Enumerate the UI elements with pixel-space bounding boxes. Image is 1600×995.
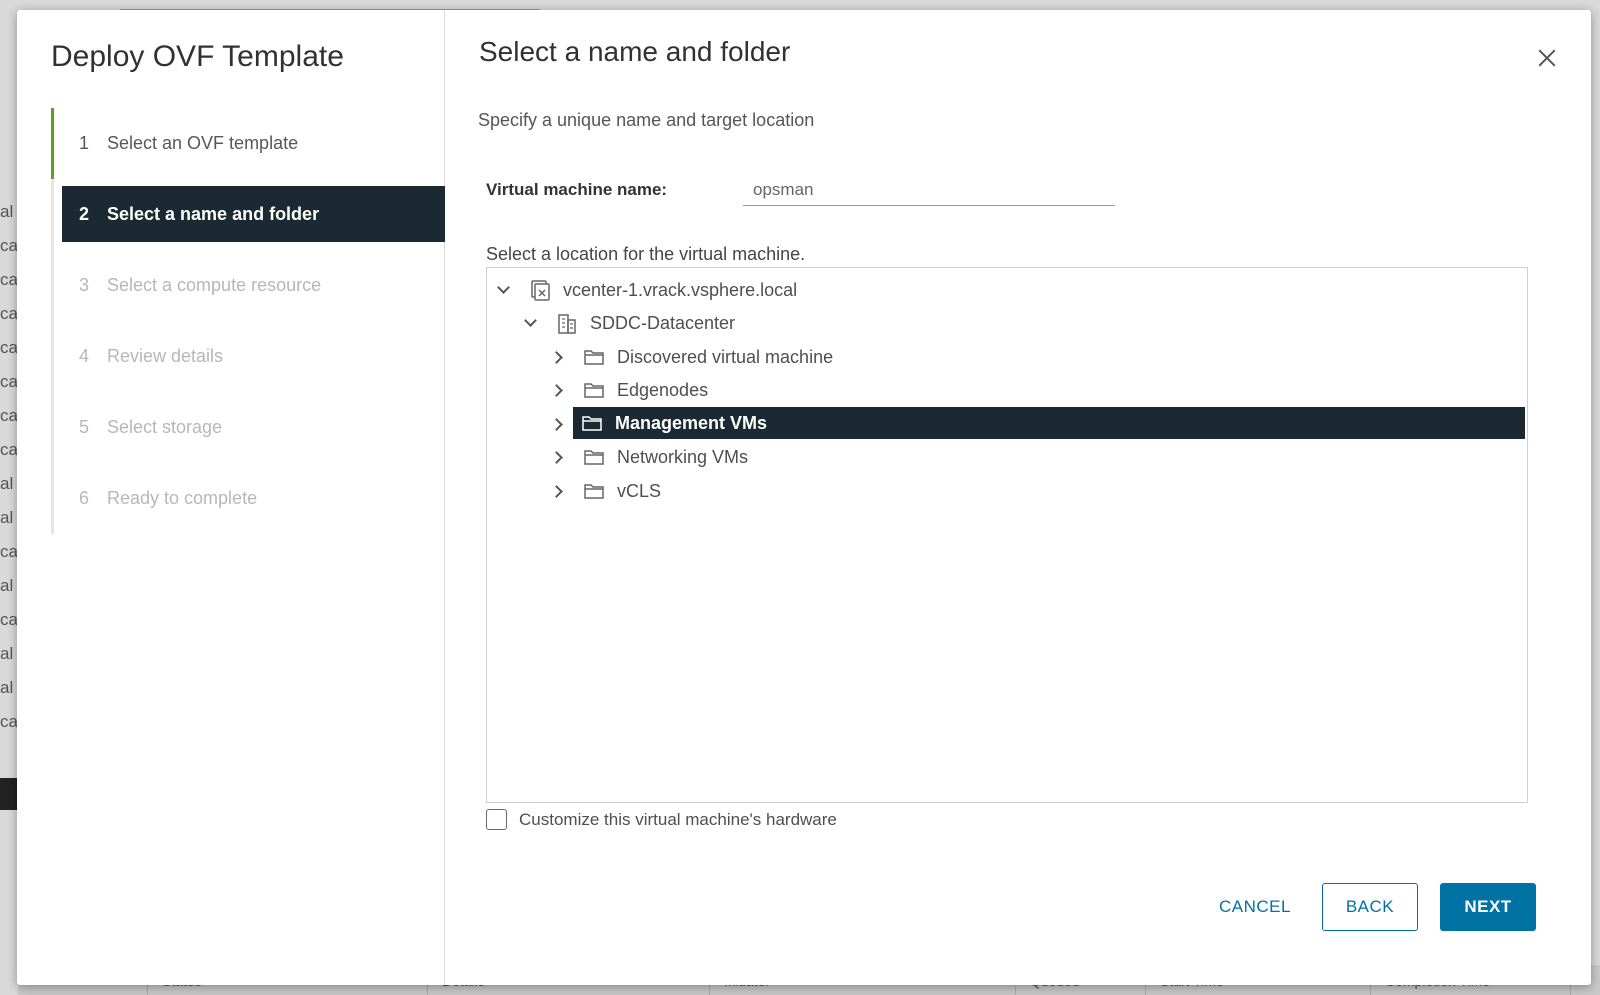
step-label: Review details xyxy=(107,346,224,366)
background-row-text: cal xyxy=(0,542,18,561)
tree-node-expander[interactable] xyxy=(551,408,575,440)
tree-node-label: Networking VMs xyxy=(617,446,749,467)
step-number: 4 xyxy=(79,346,90,366)
tree-node-label: Edgenodes xyxy=(617,379,709,400)
background-row-text: al xyxy=(0,644,14,663)
step-number: 5 xyxy=(79,417,90,437)
vcenter-icon xyxy=(529,280,551,301)
location-label: Select a location for the virtual machin… xyxy=(486,244,806,264)
tree-node-datacenter[interactable]: SDDC-Datacenter xyxy=(524,307,1525,339)
background-row-text: al xyxy=(0,474,14,493)
location-tree: vcenter-1.vrack.vsphere.local SDDC-Datac… xyxy=(486,267,1528,803)
page-title: Select a name and folder xyxy=(479,36,791,67)
chevron-right-icon[interactable] xyxy=(551,350,565,364)
tree-node-label: Discovered virtual machine xyxy=(617,346,834,367)
vm-name-input[interactable] xyxy=(743,174,1115,206)
close-icon[interactable] xyxy=(1535,46,1559,70)
step-select-storage: 5 Select storage xyxy=(54,392,445,463)
step-label: Select a name and folder xyxy=(107,203,320,224)
deploy-ovf-dialog: Deploy OVF Template 1 Select an OVF temp… xyxy=(17,10,1591,985)
step-label: Select a compute resource xyxy=(107,275,322,295)
chevron-down-icon[interactable] xyxy=(497,283,511,297)
tree-node-folder[interactable]: Networking VMs xyxy=(551,441,1525,473)
background-row-text: al xyxy=(0,508,14,527)
chevron-right-icon[interactable] xyxy=(551,450,565,464)
background-row-text: ca xyxy=(0,406,18,425)
background-row-text: al xyxy=(0,202,14,221)
cancel-button[interactable]: CANCEL xyxy=(1211,883,1299,931)
background-row-text: ca xyxy=(0,338,18,357)
background-selected-row xyxy=(0,778,18,810)
folder-icon xyxy=(583,447,605,467)
customize-hardware-option[interactable]: Customize this virtual machine's hardwar… xyxy=(486,809,837,830)
background-row-text: cal xyxy=(0,270,18,289)
step-label: Select an OVF template xyxy=(107,133,299,153)
customize-hardware-checkbox[interactable] xyxy=(486,809,507,830)
step-label: Select storage xyxy=(107,417,223,437)
step-label: Ready to complete xyxy=(107,488,258,508)
folder-icon xyxy=(583,380,605,400)
background-left-column: al ca cal ca ca ca ca ca al al cal al ca… xyxy=(0,195,18,739)
step-review-details: 4 Review details xyxy=(54,321,445,392)
step-number: 1 xyxy=(79,133,90,153)
back-button[interactable]: BACK xyxy=(1322,883,1418,931)
step-number: 3 xyxy=(79,275,90,295)
tree-node-folder[interactable]: Edgenodes xyxy=(551,374,1525,406)
next-button[interactable]: NEXT xyxy=(1440,883,1536,931)
step-number: 2 xyxy=(79,203,90,224)
vm-name-label: Virtual machine name: xyxy=(486,180,668,199)
background-row-text: al xyxy=(0,576,14,595)
tree-node-label: SDDC-Datacenter xyxy=(590,312,736,333)
chevron-right-icon[interactable] xyxy=(551,484,565,498)
folder-icon xyxy=(583,481,605,501)
step-select-name-and-folder[interactable]: 2 Select a name and folder xyxy=(62,186,445,242)
background-row-text: al xyxy=(0,678,14,697)
chevron-right-icon[interactable] xyxy=(551,383,565,397)
step-select-ovf-template[interactable]: 1 Select an OVF template xyxy=(51,108,445,179)
customize-hardware-label: Customize this virtual machine's hardwar… xyxy=(519,809,837,829)
background-toolbar xyxy=(120,0,540,10)
tree-node-folder-selected[interactable]: Management VMs xyxy=(573,407,1525,439)
wizard-title: Deploy OVF Template xyxy=(51,40,344,73)
background-row-text: ca xyxy=(0,236,18,255)
tree-node-folder[interactable]: Discovered virtual machine xyxy=(551,341,1525,373)
wizard-steps: 1 Select an OVF template 2 Select a name… xyxy=(51,108,445,534)
wizard-nav: Deploy OVF Template 1 Select an OVF temp… xyxy=(17,10,445,985)
tree-node-folder[interactable]: vCLS xyxy=(551,475,1525,507)
background-row-text: ca xyxy=(0,304,18,323)
background-row-text: ca xyxy=(0,440,18,459)
background-row-text: ca xyxy=(0,372,18,391)
background-row-text: cal xyxy=(0,610,18,629)
datacenter-icon xyxy=(556,313,578,334)
chevron-right-icon[interactable] xyxy=(551,417,557,431)
tree-node-label: vcenter-1.vrack.vsphere.local xyxy=(563,279,798,300)
wizard-content: Select a name and folder Specify a uniqu… xyxy=(445,10,1591,985)
folder-icon xyxy=(583,347,605,367)
step-ready-to-complete: 6 Ready to complete xyxy=(54,463,445,534)
tree-node-label: vCLS xyxy=(617,480,662,501)
tree-node-label: Management VMs xyxy=(615,412,768,433)
page-subtitle: Specify a unique name and target locatio… xyxy=(478,110,815,130)
step-number: 6 xyxy=(79,488,90,508)
chevron-down-icon[interactable] xyxy=(524,316,538,330)
folder-icon xyxy=(581,413,603,433)
step-select-compute-resource: 3 Select a compute resource xyxy=(54,250,445,321)
tree-node-vcenter[interactable]: vcenter-1.vrack.vsphere.local xyxy=(497,274,1525,306)
background-row-text: cal xyxy=(0,712,18,731)
